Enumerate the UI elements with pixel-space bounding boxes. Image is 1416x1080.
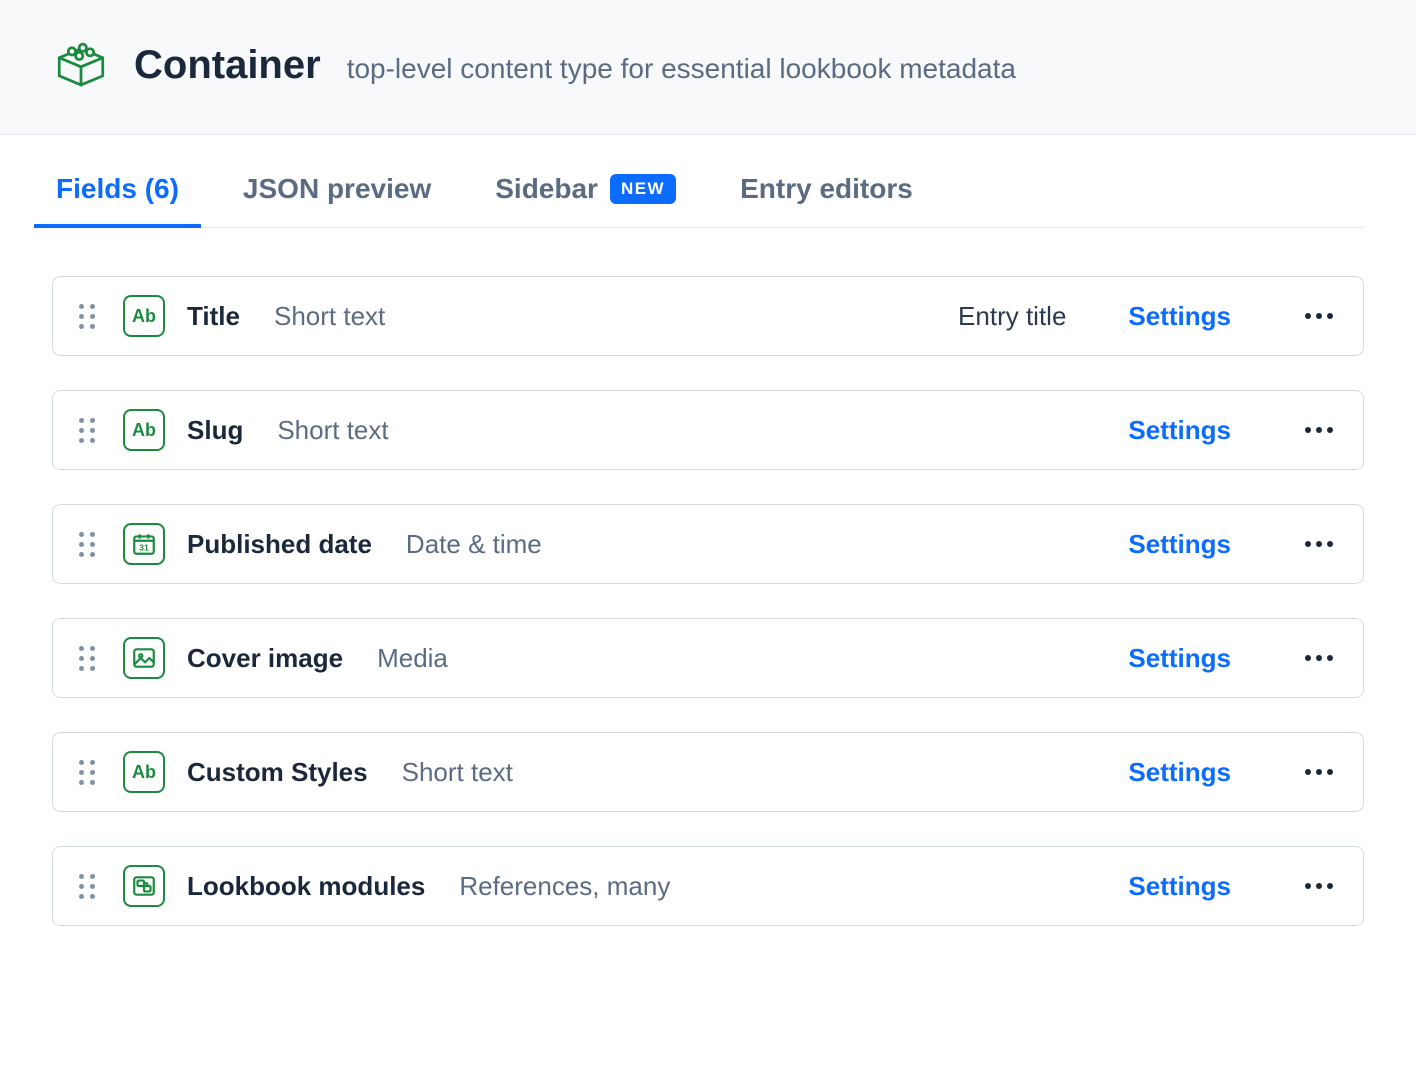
field-type: Date & time: [406, 529, 542, 560]
svg-text:31: 31: [139, 543, 149, 553]
field-row[interactable]: Ab Slug Short text Settings: [52, 390, 1364, 470]
more-actions-button[interactable]: [1301, 655, 1337, 661]
new-badge: NEW: [610, 174, 676, 204]
field-row[interactable]: 31 Published date Date & time Settings: [52, 504, 1364, 584]
content-type-header: Container top-level content type for ess…: [0, 0, 1416, 135]
settings-button[interactable]: Settings: [1128, 643, 1231, 674]
drag-handle-icon[interactable]: [79, 757, 101, 787]
field-row[interactable]: Ab Title Short text Entry title Settings: [52, 276, 1364, 356]
drag-handle-icon[interactable]: [79, 871, 101, 901]
tab-label: Entry editors: [740, 173, 913, 205]
page-title: Container: [134, 43, 321, 88]
field-type: Short text: [402, 757, 513, 788]
reference-field-icon: [123, 865, 165, 907]
tab-sidebar[interactable]: Sidebar NEW: [491, 163, 680, 227]
field-type: Short text: [277, 415, 388, 446]
tab-json-preview[interactable]: JSON preview: [239, 163, 435, 227]
settings-button[interactable]: Settings: [1128, 415, 1231, 446]
text-field-icon: Ab: [123, 295, 165, 337]
tab-label: Fields (6): [56, 173, 179, 205]
drag-handle-icon[interactable]: [79, 301, 101, 331]
text-field-icon: Ab: [123, 409, 165, 451]
settings-button[interactable]: Settings: [1128, 757, 1231, 788]
more-actions-button[interactable]: [1301, 541, 1337, 547]
more-actions-button[interactable]: [1301, 427, 1337, 433]
field-name: Title: [187, 301, 240, 332]
field-name: Published date: [187, 529, 372, 560]
field-meta: Entry title: [958, 301, 1066, 332]
tab-fields[interactable]: Fields (6): [52, 163, 183, 227]
media-field-icon: [123, 637, 165, 679]
fields-list: Ab Title Short text Entry title Settings…: [0, 228, 1416, 950]
field-name: Cover image: [187, 643, 343, 674]
field-type: Media: [377, 643, 448, 674]
field-type: References, many: [459, 871, 670, 902]
field-row[interactable]: Cover image Media Settings: [52, 618, 1364, 698]
tab-label: JSON preview: [243, 173, 431, 205]
tab-label: Sidebar: [495, 173, 598, 205]
field-name: Custom Styles: [187, 757, 368, 788]
page-description: top-level content type for essential loo…: [347, 53, 1016, 85]
tab-bar: Fields (6) JSON preview Sidebar NEW Entr…: [52, 135, 1364, 228]
field-name: Lookbook modules: [187, 871, 425, 902]
more-actions-button[interactable]: [1301, 883, 1337, 889]
drag-handle-icon[interactable]: [79, 529, 101, 559]
text-field-icon: Ab: [123, 751, 165, 793]
settings-button[interactable]: Settings: [1128, 529, 1231, 560]
field-row[interactable]: Lookbook modules References, many Settin…: [52, 846, 1364, 926]
date-field-icon: 31: [123, 523, 165, 565]
field-name: Slug: [187, 415, 243, 446]
content-type-icon: [52, 36, 110, 94]
settings-button[interactable]: Settings: [1128, 301, 1231, 332]
field-row[interactable]: Ab Custom Styles Short text Settings: [52, 732, 1364, 812]
drag-handle-icon[interactable]: [79, 643, 101, 673]
more-actions-button[interactable]: [1301, 313, 1337, 319]
settings-button[interactable]: Settings: [1128, 871, 1231, 902]
tab-entry-editors[interactable]: Entry editors: [736, 163, 917, 227]
drag-handle-icon[interactable]: [79, 415, 101, 445]
field-type: Short text: [274, 301, 385, 332]
more-actions-button[interactable]: [1301, 769, 1337, 775]
